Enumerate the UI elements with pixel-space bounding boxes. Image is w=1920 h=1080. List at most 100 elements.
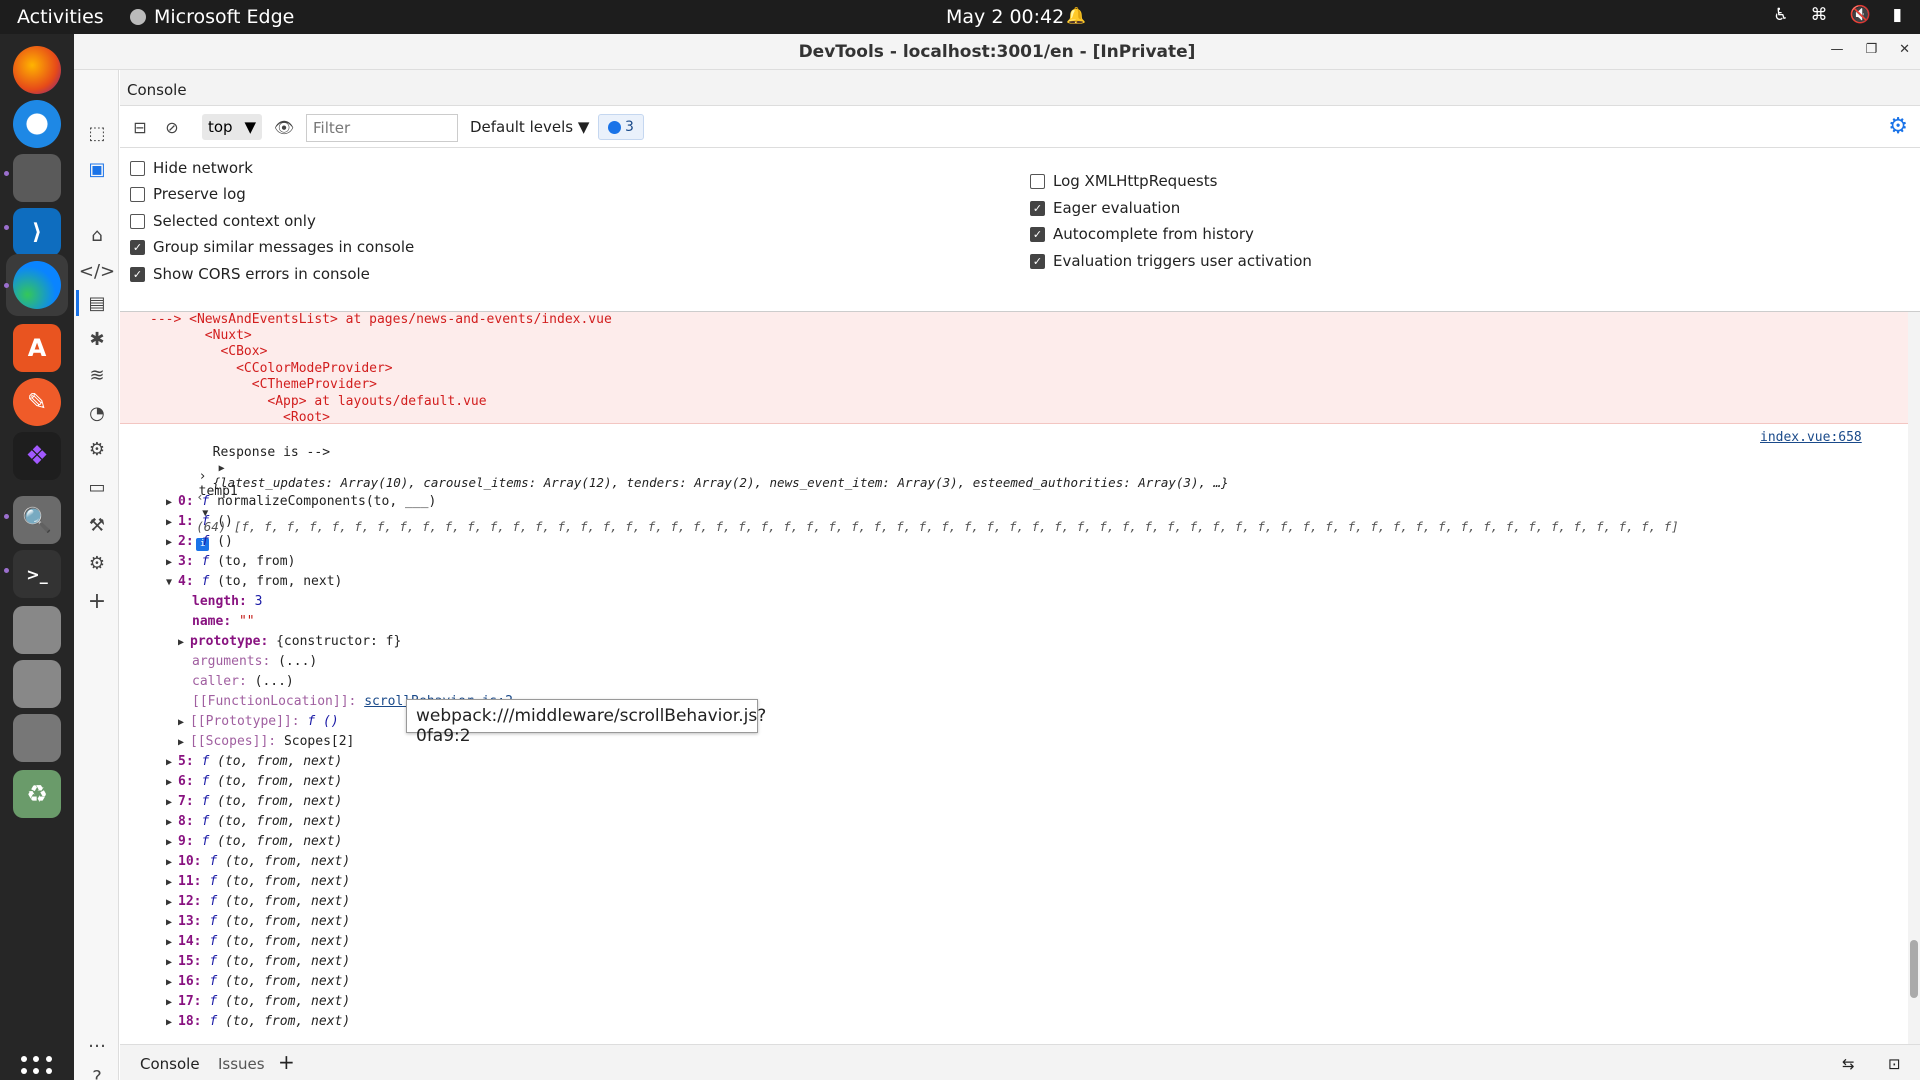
drive-icon[interactable] bbox=[13, 606, 61, 654]
array-item[interactable]: ▶ 13: f (to, from, next) bbox=[166, 914, 350, 929]
checkbox-box[interactable] bbox=[130, 213, 145, 229]
expand-triangle-icon[interactable]: ▶ bbox=[166, 817, 178, 828]
help-icon[interactable]: ? bbox=[84, 1064, 110, 1080]
result-entry[interactable]: ‹ ▼ (64) [f, f, f, f, f, f, f, f, f, f, … bbox=[136, 474, 1679, 566]
array-item[interactable]: ▶ 12: f (to, from, next) bbox=[166, 894, 350, 909]
console-icon[interactable]: ▤ bbox=[84, 290, 110, 316]
array-item[interactable]: ▶ 17: f (to, from, next) bbox=[166, 994, 350, 1009]
checkbox-box[interactable] bbox=[130, 160, 145, 176]
property-row[interactable]: ▶ [[Scopes]]: Scopes[2] bbox=[178, 734, 354, 749]
expand-triangle-icon[interactable]: ▶ bbox=[166, 797, 178, 808]
filter-input[interactable] bbox=[306, 114, 458, 142]
expand-triangle-icon[interactable]: ▶ bbox=[166, 557, 178, 568]
array-item[interactable]: ▶ 14: f (to, from, next) bbox=[166, 934, 350, 949]
prop-value[interactable]: (...) bbox=[255, 674, 294, 689]
elements-icon[interactable]: </> bbox=[79, 258, 115, 284]
array-item[interactable]: ▶ 15: f (to, from, next) bbox=[166, 954, 350, 969]
app-center-icon[interactable]: A bbox=[13, 324, 61, 372]
network-icon[interactable]: ⌘ bbox=[1810, 5, 1827, 25]
array-item[interactable]: ▶ 11: f (to, from, next) bbox=[166, 874, 350, 889]
prop-value[interactable]: (...) bbox=[278, 654, 317, 669]
array-item[interactable]: ▶ 7: f (to, from, next) bbox=[166, 794, 342, 809]
evaluation-activation-checkbox[interactable]: ✓ Evaluation triggers user activation bbox=[1030, 252, 1312, 270]
activities-button[interactable]: Activities bbox=[17, 6, 104, 28]
accessibility-icon[interactable]: ♿ bbox=[1773, 5, 1788, 25]
gear-icon[interactable]: ⚙ bbox=[1888, 114, 1908, 139]
close-drawer-icon[interactable]: ⊡ bbox=[1888, 1055, 1901, 1073]
array-item[interactable]: ▶ 8: f (to, from, next) bbox=[166, 814, 342, 829]
expand-triangle-icon[interactable]: ▶ bbox=[166, 537, 178, 548]
console-scrollbar[interactable] bbox=[1908, 312, 1920, 1044]
edge-dock-icon[interactable] bbox=[13, 261, 61, 309]
volume-icon[interactable]: 🔇 bbox=[1849, 5, 1870, 25]
log-xhr-checkbox[interactable]: Log XMLHttpRequests bbox=[1030, 172, 1217, 190]
group-similar-checkbox[interactable]: ✓ Group similar messages in console bbox=[130, 238, 414, 256]
array-item[interactable]: ▶ 1: f () bbox=[166, 514, 233, 529]
postman-icon[interactable]: ✎ bbox=[13, 378, 61, 426]
selected-context-checkbox[interactable]: Selected context only bbox=[130, 212, 316, 230]
checkbox-box-checked[interactable]: ✓ bbox=[1030, 200, 1045, 216]
source-link[interactable]: index.vue:658 bbox=[1760, 430, 1862, 445]
system-tray[interactable]: ♿ ⌘ 🔇 ▮ bbox=[1773, 5, 1902, 25]
application-icon[interactable]: ▭ bbox=[84, 474, 110, 500]
maximize-button[interactable]: ❐ bbox=[1865, 42, 1877, 57]
settings-panel-icon[interactable]: ⚙ bbox=[84, 550, 110, 576]
battery-icon[interactable]: ▮ bbox=[1893, 5, 1902, 25]
expand-triangle-icon[interactable]: ▶ bbox=[178, 737, 190, 748]
terminal-icon[interactable]: >_ bbox=[13, 550, 61, 598]
files-icon[interactable] bbox=[13, 154, 61, 202]
firefox-icon[interactable] bbox=[13, 46, 61, 94]
search-app-icon[interactable]: 🔍 bbox=[13, 496, 61, 544]
usb-icon[interactable] bbox=[13, 714, 61, 762]
expand-triangle-icon[interactable]: ▶ bbox=[166, 897, 178, 908]
array-item-expanded[interactable]: ▼ 4: f (to, from, next) bbox=[166, 574, 342, 589]
expand-triangle-icon[interactable]: ▶ bbox=[166, 777, 178, 788]
array-item[interactable]: ▶ 16: f (to, from, next) bbox=[166, 974, 350, 989]
expand-triangle-icon[interactable]: ▶ bbox=[166, 917, 178, 928]
expand-triangle-icon[interactable]: ▶ bbox=[166, 957, 178, 968]
tab-issues[interactable]: Issues bbox=[218, 1055, 265, 1073]
live-expression-icon[interactable]: 👁 bbox=[272, 115, 296, 139]
autocomplete-history-checkbox[interactable]: ✓ Autocomplete from history bbox=[1030, 225, 1254, 243]
minimize-button[interactable]: — bbox=[1830, 42, 1843, 57]
add-tool-icon[interactable]: + bbox=[84, 588, 110, 614]
inspect-icon[interactable]: ⬚ bbox=[84, 120, 110, 146]
performance-icon[interactable]: ◔ bbox=[84, 400, 110, 426]
log-levels-dropdown[interactable]: Default levels ▼ bbox=[470, 118, 589, 136]
show-apps-icon[interactable] bbox=[21, 1056, 53, 1080]
trash-icon[interactable]: ♻ bbox=[13, 770, 61, 818]
checkbox-box-checked[interactable]: ✓ bbox=[1030, 226, 1045, 242]
network-panel-icon[interactable]: ≋ bbox=[84, 362, 110, 388]
checkbox-box-checked[interactable]: ✓ bbox=[130, 239, 145, 255]
property-row[interactable]: ▶ [[Prototype]]: f () bbox=[178, 714, 339, 729]
array-item[interactable]: ▶ 9: f (to, from, next) bbox=[166, 834, 342, 849]
expand-triangle-icon[interactable]: ▶ bbox=[166, 497, 178, 508]
figma-icon[interactable]: ❖ bbox=[13, 432, 61, 480]
checkbox-box[interactable] bbox=[130, 186, 145, 202]
context-selector[interactable]: top ▼ bbox=[202, 114, 262, 140]
close-button[interactable]: ✕ bbox=[1899, 42, 1910, 57]
expand-triangle-icon[interactable]: ▶ bbox=[178, 717, 190, 728]
memory-icon[interactable]: ⚙ bbox=[84, 436, 110, 462]
array-item[interactable]: ▶ 6: f (to, from, next) bbox=[166, 774, 342, 789]
dock-drawer-icon[interactable]: ⇆ bbox=[1842, 1055, 1855, 1073]
expand-triangle-icon[interactable]: ▶ bbox=[166, 857, 178, 868]
issues-badge[interactable]: 3 bbox=[598, 114, 644, 140]
array-item[interactable]: ▶ 18: f (to, from, next) bbox=[166, 1014, 350, 1029]
vscode-icon[interactable]: ⟩ bbox=[13, 208, 61, 256]
expand-triangle-icon[interactable]: ▶ bbox=[166, 937, 178, 948]
eager-evaluation-checkbox[interactable]: ✓ Eager evaluation bbox=[1030, 199, 1180, 217]
app-menu[interactable]: Microsoft Edge bbox=[130, 6, 294, 28]
array-item[interactable]: ▶ 0: f normalizeComponents(to, ___) bbox=[166, 494, 436, 509]
thunderbird-icon[interactable] bbox=[13, 100, 61, 148]
home-icon[interactable]: ⌂ bbox=[84, 222, 110, 248]
sidebar-toggle-icon[interactable]: ⊟ bbox=[128, 115, 152, 139]
cors-errors-checkbox[interactable]: ✓ Show CORS errors in console bbox=[130, 265, 370, 283]
drive-icon-2[interactable] bbox=[13, 660, 61, 708]
property-row[interactable]: ▶ prototype: {constructor: f} bbox=[178, 634, 401, 649]
array-item[interactable]: ▶ 3: f (to, from) bbox=[166, 554, 295, 569]
expand-triangle-icon[interactable]: ▶ bbox=[166, 757, 178, 768]
device-emulation-icon[interactable]: ▣ bbox=[84, 156, 110, 182]
expand-triangle-icon[interactable]: ▶ bbox=[178, 637, 190, 648]
checkbox-box-checked[interactable]: ✓ bbox=[1030, 253, 1045, 269]
